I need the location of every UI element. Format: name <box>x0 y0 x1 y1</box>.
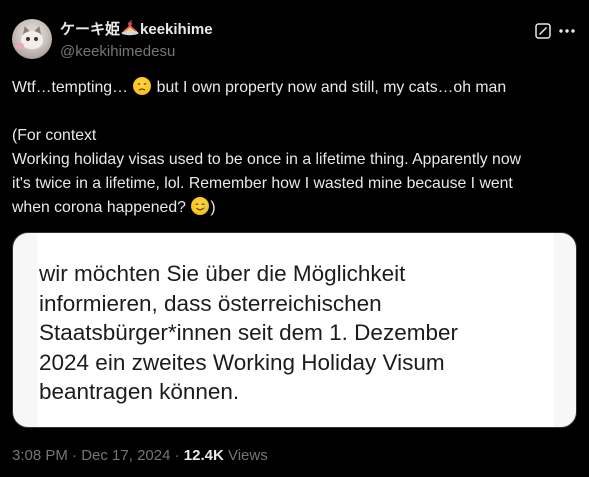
tweet-header: ケーキ姫 keekihime @keekihimedesu <box>12 17 577 61</box>
display-name-suffix: keekihime <box>140 21 213 38</box>
more-horizontal-icon[interactable] <box>557 21 577 41</box>
media-image[interactable]: wir möchten Sie über die Möglichkeit inf… <box>12 232 577 428</box>
display-name-prefix: ケーキ姫 <box>60 21 121 38</box>
author-info: ケーキ姫 keekihime @keekihimedesu <box>60 20 213 62</box>
media-text-line: wir möchten Sie über die Möglichkeit <box>39 261 406 286</box>
tweet-text-line: (For context <box>12 127 97 144</box>
avatar[interactable] <box>12 19 52 59</box>
meta-separator: · <box>170 447 184 464</box>
disappointed-face-icon <box>133 77 152 95</box>
tweet-text: Wtf…tempting… but I own property now and… <box>12 76 582 220</box>
grok-icon[interactable] <box>535 23 551 39</box>
tweet-text-line: Working holiday visas used to be once in… <box>12 151 522 168</box>
text-segment: but I own property now and still, my cat… <box>152 79 507 96</box>
views-count[interactable]: 12.4K <box>184 447 224 464</box>
text-segment: Wtf…tempting… <box>12 79 133 96</box>
media-image-text: wir möchten Sie über die Möglichkeit inf… <box>39 259 551 407</box>
user-handle[interactable]: @keekihimedesu <box>60 42 213 62</box>
tweet-text-line: when corona happened? ) <box>12 196 582 220</box>
cake-icon <box>121 20 139 42</box>
tweet-text-line: Wtf…tempting… but I own property now and… <box>12 76 582 100</box>
text-segment: when corona happened? <box>12 199 191 216</box>
tweet: ケーキ姫 keekihime @keekihimedesu Wtf…tempti… <box>0 0 589 477</box>
meta-separator: · <box>67 447 82 464</box>
tweet-text-line: it's twice in a lifetime, lol. Remember … <box>12 175 513 192</box>
media-text-line: beantragen können. <box>39 379 240 404</box>
post-date[interactable]: Dec 17, 2024 <box>81 447 170 464</box>
tweet-meta: 3:08 PM · Dec 17, 2024 · 12.4K Views <box>12 446 268 466</box>
media-text-line: informieren, dass österreichischen <box>39 290 382 316</box>
media-image-content: wir möchten Sie über die Möglichkeit inf… <box>37 233 554 427</box>
display-name[interactable]: ケーキ姫 keekihime <box>60 20 213 42</box>
views-label: Views <box>223 447 268 464</box>
text-segment: ) <box>210 199 216 216</box>
crying-smile-face-icon <box>191 197 210 215</box>
media-text-line: Staatsbürger*innen seit dem 1. Dezember <box>39 320 458 345</box>
media-text-line: 2024 ein zweites Working Holiday Visum <box>39 349 445 375</box>
post-time[interactable]: 3:08 PM <box>12 447 68 464</box>
